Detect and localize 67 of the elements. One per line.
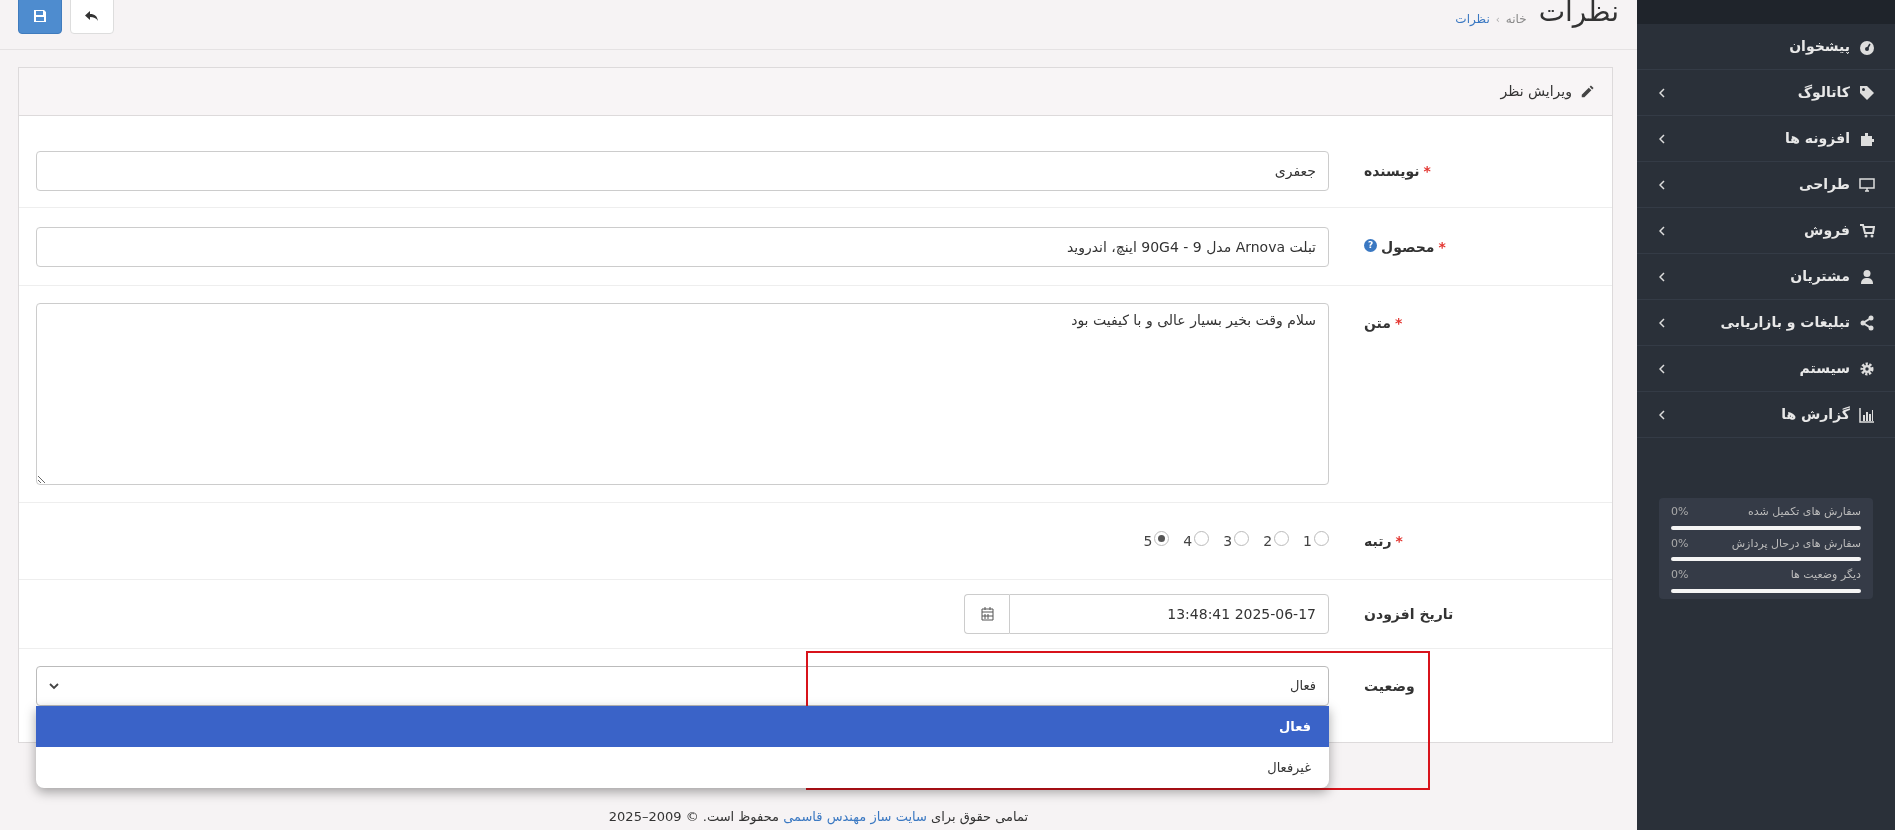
calendar-icon bbox=[980, 607, 994, 621]
copyright-text: تمامی حقوق برای سایت ساز مهندس قاسمی محفوظ است. © 2009–2025 bbox=[608, 807, 1029, 826]
sidebar-item[interactable]: مشتریان bbox=[1637, 254, 1895, 300]
cart-icon bbox=[1858, 222, 1875, 239]
dropdown-option[interactable]: غیرفعال bbox=[36, 747, 1329, 788]
sidebar-item[interactable]: کاتالوگ bbox=[1637, 70, 1895, 116]
gear-icon bbox=[1858, 360, 1875, 377]
chevron-left-icon bbox=[1659, 363, 1665, 374]
field-label: متن bbox=[1364, 314, 1391, 334]
field-label: تاریخ افزودن bbox=[1364, 605, 1454, 625]
footer-link[interactable]: سایت ساز مهندس قاسمی bbox=[783, 808, 927, 824]
sidebar-item[interactable]: گزارش ها bbox=[1637, 392, 1895, 438]
dropdown-option[interactable]: فعال bbox=[36, 706, 1329, 747]
status-select[interactable]: فعال bbox=[36, 666, 1329, 706]
bar-chart-icon bbox=[1858, 406, 1875, 423]
required-mark: * bbox=[1395, 314, 1403, 333]
chevron-left-icon bbox=[1659, 179, 1665, 190]
breadcrumb-separator: › bbox=[1495, 12, 1500, 27]
field-label: نویسنده bbox=[1364, 162, 1420, 182]
chevron-left-icon bbox=[1659, 87, 1665, 98]
share-icon bbox=[1858, 314, 1875, 331]
calendar-button[interactable] bbox=[964, 594, 1009, 634]
chevron-left-icon bbox=[1659, 317, 1665, 328]
radio-label: 3 bbox=[1223, 531, 1233, 551]
panel-title: ویرایش نظر bbox=[1500, 82, 1572, 102]
text-input[interactable]: تبلت Arnova مدل 9 - 90G4 اینچ، اندروید bbox=[36, 227, 1329, 267]
date-input[interactable]: 2025-06-17 13:48:41 bbox=[1009, 594, 1329, 634]
stat-label: سفارش های درحال پردازش bbox=[1731, 535, 1861, 552]
save-button[interactable] bbox=[18, 0, 62, 34]
puzzle-icon bbox=[1858, 130, 1875, 147]
chevron-left-icon bbox=[1659, 409, 1665, 420]
chevron-down-icon bbox=[49, 682, 59, 690]
help-icon[interactable]: ? bbox=[1364, 239, 1377, 252]
comment-textarea[interactable]: سلام وقت بخیر بسیار عالی و با کیفیت بود bbox=[36, 303, 1329, 485]
stat-label: سفارش های تکمیل شده bbox=[1747, 504, 1861, 520]
sidebar-item[interactable]: فروش bbox=[1637, 208, 1895, 254]
monitor-icon bbox=[1858, 176, 1875, 193]
dashboard-icon bbox=[1858, 38, 1875, 55]
field-label: وضعیت bbox=[1364, 677, 1415, 697]
user-icon bbox=[1858, 268, 1875, 285]
radio-label: 4 bbox=[1183, 531, 1193, 551]
field-label: رتبه bbox=[1364, 532, 1392, 551]
stat-label: دیگر وضعیت ها bbox=[1790, 567, 1861, 583]
chevron-left-icon bbox=[1659, 133, 1665, 144]
sidebar-item[interactable]: طراحی bbox=[1637, 162, 1895, 208]
back-button[interactable] bbox=[70, 0, 114, 34]
chevron-left-icon bbox=[1659, 225, 1665, 236]
sidebar-item[interactable]: تبلیغات و بازاریابی bbox=[1637, 300, 1895, 346]
tag-icon bbox=[1858, 84, 1875, 101]
sidebar-item[interactable]: افزونه ها bbox=[1637, 116, 1895, 162]
radio-label: 2 bbox=[1263, 531, 1273, 551]
chevron-left-icon bbox=[1659, 271, 1665, 282]
field-label: محصول bbox=[1381, 238, 1435, 258]
stat-percent: 0% bbox=[1671, 535, 1689, 552]
radio-label: 5 bbox=[1143, 531, 1153, 551]
text-input[interactable]: جعفری bbox=[36, 151, 1329, 191]
page-title: نظرات bbox=[1538, 0, 1619, 26]
pencil-icon bbox=[1580, 84, 1594, 99]
breadcrumb-link[interactable]: نظرات bbox=[1455, 10, 1490, 28]
sidebar-item[interactable]: سیستم bbox=[1637, 346, 1895, 392]
required-mark: * bbox=[1395, 532, 1403, 551]
sidebar-item[interactable]: پیشخوان bbox=[1637, 24, 1895, 70]
required-mark: * bbox=[1423, 162, 1431, 181]
radio-label: 1 bbox=[1303, 531, 1312, 551]
stat-percent: 0% bbox=[1671, 567, 1689, 583]
required-mark: * bbox=[1438, 238, 1446, 257]
stat-percent: 0% bbox=[1671, 504, 1689, 520]
